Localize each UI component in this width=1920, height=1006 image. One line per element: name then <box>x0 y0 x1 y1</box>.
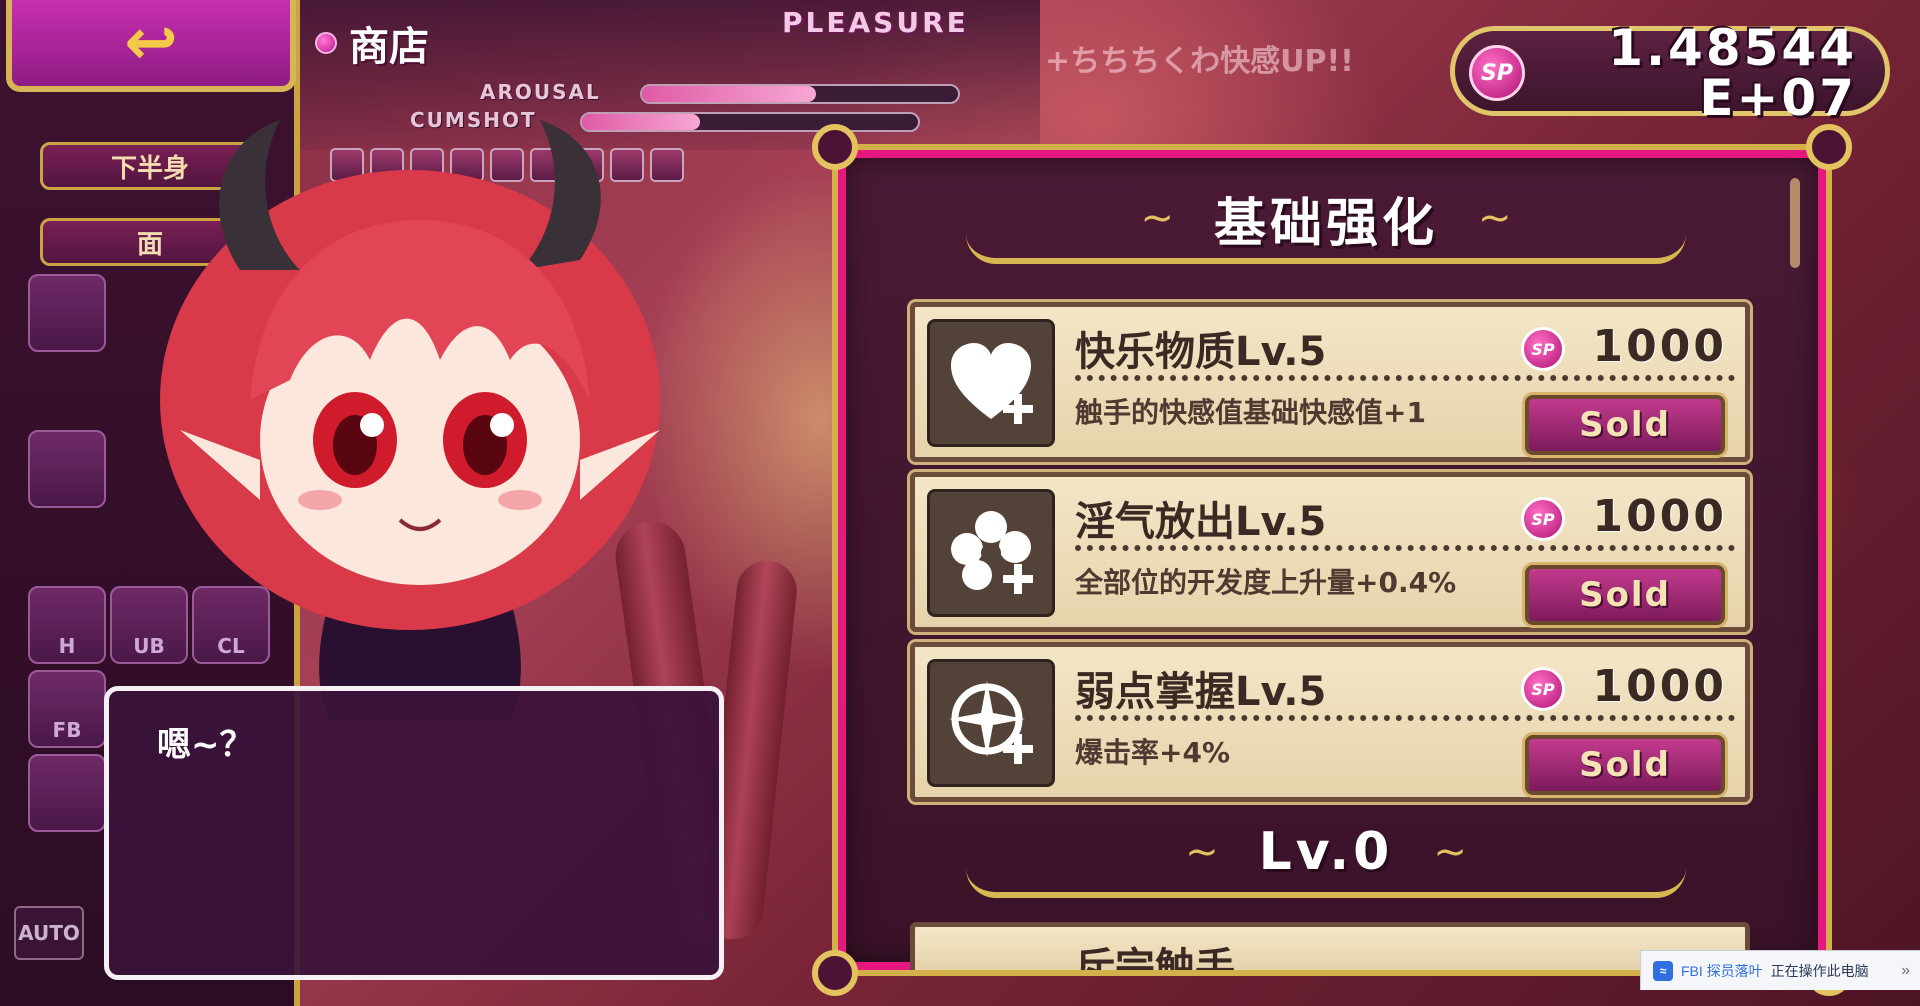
shop-item-partial[interactable]: 斥完触手 <box>910 922 1750 970</box>
shop-item: 淫气放出Lv.5 SP 1000 全部位的开发度上升量+0.4% Sold <box>910 472 1750 632</box>
skill-slot-label: H <box>58 634 76 658</box>
item-name: 淫气放出Lv.5 <box>1075 499 1327 545</box>
character-portrait <box>160 120 660 720</box>
sold-button[interactable]: Sold <box>1525 735 1725 795</box>
chevron-right-icon[interactable]: » <box>1901 962 1910 980</box>
section-title: 基础强化 <box>1213 193 1438 254</box>
system-notification[interactable]: ≈ FBI 探员落叶 正在操作此电脑 » <box>1640 950 1920 990</box>
dialog-box[interactable]: 嗯~？ <box>104 686 724 980</box>
shop-item: 快乐物质Lv.5 SP 1000 触手的快感值基础快感值+1 Sold <box>910 302 1750 462</box>
shop-panel: ~ 基础强化 ~ 快乐物质Lv.5 SP 1000 触手的快感值基础快感值+1 … <box>812 124 1852 996</box>
shop-title: 商店 <box>315 14 429 72</box>
notification-app-name: FBI 探员落叶 <box>1681 962 1763 979</box>
item-price: 1000 <box>1592 491 1727 542</box>
burst-plus-icon <box>927 489 1055 617</box>
sp-coin-icon: SP <box>1469 45 1525 101</box>
pink-dot-icon <box>315 32 337 54</box>
section-header-level: ~ Lv.0 ~ <box>966 812 1686 898</box>
corner-ornament-icon <box>812 124 858 170</box>
swirl-ornament-icon: ~ <box>1433 829 1467 875</box>
corner-ornament-icon <box>812 950 858 996</box>
item-description: 爆击率+4% <box>1075 736 1230 769</box>
item-name: 快乐物质Lv.5 <box>1075 329 1327 375</box>
faint-info-text: +ちちちくわ快感UP!! <box>1045 44 1354 79</box>
dotted-divider <box>1075 545 1735 551</box>
swirl-ornament-icon: ~ <box>1478 195 1512 241</box>
item-description: 全部位的开发度上升量+0.4% <box>1075 566 1457 599</box>
item-name: 弱点掌握Lv.5 <box>1075 669 1327 715</box>
item-name: 斥完触手 <box>1075 945 1235 970</box>
pleasure-label: PLEASURE <box>782 6 969 39</box>
sold-button[interactable]: Sold <box>1525 395 1725 455</box>
corner-ornament-icon <box>1806 124 1852 170</box>
skill-slot-flower[interactable] <box>28 754 106 832</box>
swirl-ornament-icon: ~ <box>1140 195 1174 241</box>
item-price: 1000 <box>1592 661 1727 712</box>
sp-coin-icon: SP <box>1521 667 1565 711</box>
dotted-divider <box>1075 375 1735 381</box>
sp-coin-icon: SP <box>1521 327 1565 371</box>
notification-message: 正在操作此电脑 <box>1770 962 1869 979</box>
item-price: 1000 <box>1592 321 1727 372</box>
crosshair-plus-icon <box>927 659 1055 787</box>
dialog-text: 嗯~？ <box>157 725 254 765</box>
sp-value: 1.48544 E+07 <box>1608 23 1857 123</box>
sp-counter: SP 1.48544 E+07 <box>1450 23 1890 123</box>
shop-item: 弱点掌握Lv.5 SP 1000 爆击率+4% Sold <box>910 642 1750 802</box>
swirl-ornament-icon: ~ <box>1185 829 1219 875</box>
skill-slot-label: FB <box>52 718 82 742</box>
section-title: Lv.0 <box>1258 822 1394 882</box>
shop-title-text: 商店 <box>349 24 429 70</box>
auto-button[interactable]: AUTO <box>14 906 84 960</box>
item-description: 触手的快感值基础快感值+1 <box>1075 396 1426 429</box>
back-button[interactable]: ↩ <box>6 0 296 92</box>
sp-value-mantissa: 1.48544 <box>1608 19 1857 77</box>
dotted-divider <box>1075 715 1735 721</box>
sp-coin-icon: SP <box>1521 497 1565 541</box>
sold-button[interactable]: Sold <box>1525 565 1725 625</box>
sp-value-exponent: E+07 <box>1699 69 1857 127</box>
return-arrow-icon: ↩ <box>124 6 178 80</box>
heart-plus-icon <box>927 319 1055 447</box>
section-header-basic: ~ 基础强化 ~ <box>966 178 1686 264</box>
remote-control-icon: ≈ <box>1653 960 1673 981</box>
scrollbar[interactable] <box>1790 178 1800 268</box>
